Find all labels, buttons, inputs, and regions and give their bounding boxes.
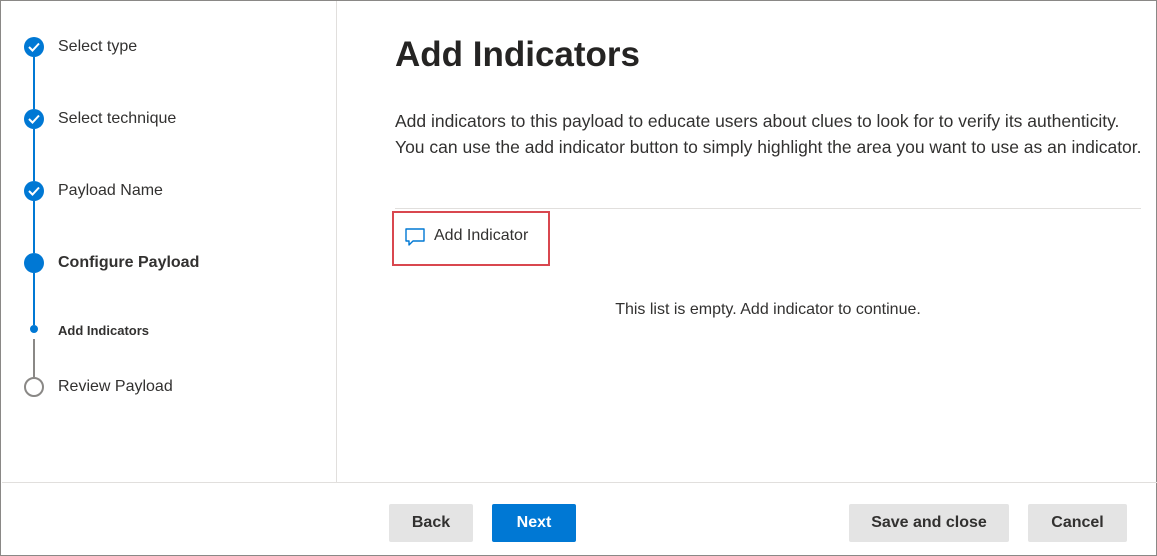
step-label: Select technique <box>58 110 177 127</box>
step-connector <box>33 201 35 253</box>
divider <box>395 208 1141 209</box>
checkmark-icon <box>24 181 44 201</box>
step-label: Add Indicators <box>58 323 150 338</box>
step-label: Select type <box>58 38 138 55</box>
page-title: Add Indicators <box>395 35 641 74</box>
wizard-stepper: Select type Select technique Payload Nam… <box>1 1 337 482</box>
step-connector <box>33 339 35 377</box>
next-button[interactable]: Next <box>492 504 576 542</box>
empty-step-icon <box>24 377 44 397</box>
step-label: Configure Payload <box>58 254 200 271</box>
step-connector <box>33 273 35 325</box>
footer-divider <box>2 482 1157 483</box>
checkmark-icon <box>24 37 44 57</box>
substep-dot-icon <box>30 325 38 333</box>
step-connector <box>33 129 35 181</box>
step-connector <box>33 57 35 109</box>
checkmark-icon <box>24 109 44 129</box>
wizard-panel: Select type Select technique Payload Nam… <box>0 0 1157 556</box>
step-label: Review Payload <box>58 378 173 395</box>
save-and-close-button[interactable]: Save and close <box>849 504 1009 542</box>
empty-list-message: This list is empty. Add indicator to con… <box>615 301 921 318</box>
add-indicator-button[interactable]: Add Indicator <box>392 211 550 266</box>
add-indicator-label: Add Indicator <box>434 227 529 244</box>
current-step-icon <box>24 253 44 273</box>
comment-icon <box>405 228 425 246</box>
back-button[interactable]: Back <box>389 504 473 542</box>
page-description: Add indicators to this payload to educat… <box>395 111 1142 157</box>
cancel-button[interactable]: Cancel <box>1028 504 1127 542</box>
step-label: Payload Name <box>58 182 163 199</box>
